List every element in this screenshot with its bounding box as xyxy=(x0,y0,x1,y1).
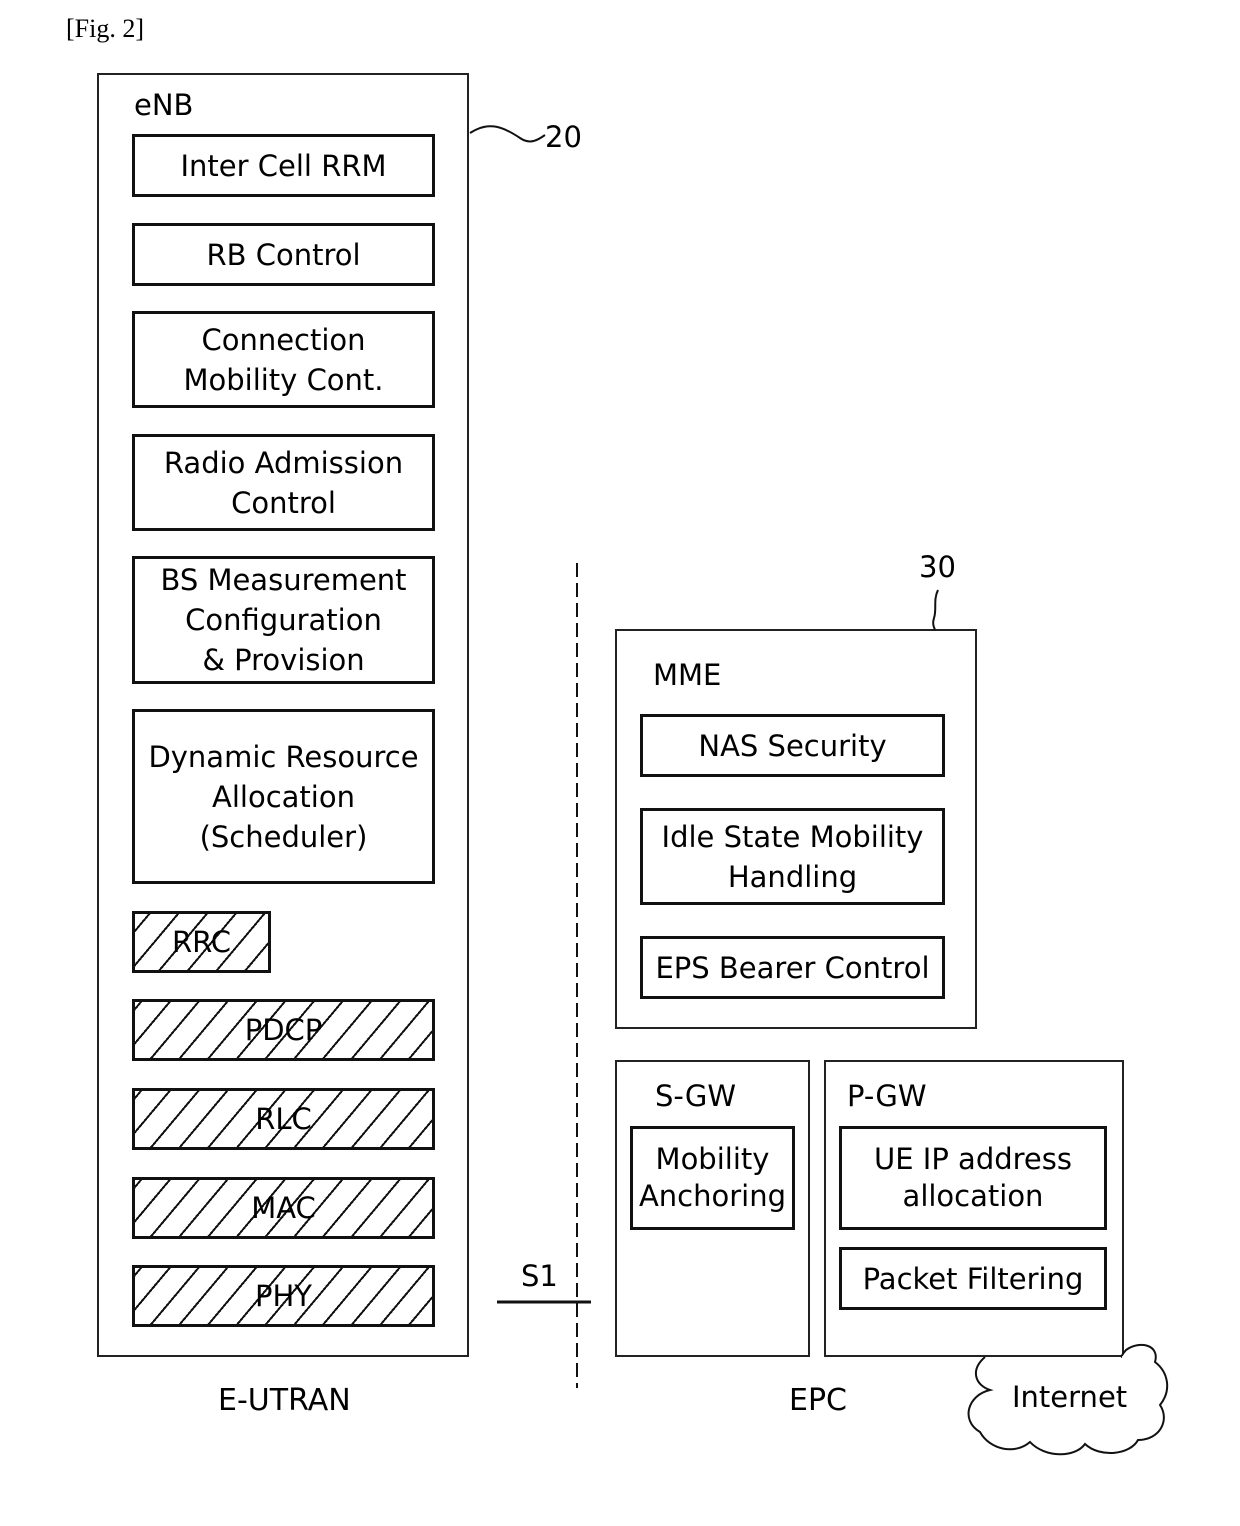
function-label: Connection Mobility Cont. xyxy=(183,322,384,397)
function-label: Mobility Anchoring xyxy=(638,1142,787,1213)
layer-label: MAC xyxy=(251,1191,316,1225)
function-label: BS Measurement Configuration & Provision xyxy=(160,563,407,677)
layer-label: PDCP xyxy=(244,1013,323,1047)
pgw-function-ue-ip-allocation: UE IP address allocation xyxy=(839,1126,1107,1230)
mme-function-idle-state-mobility: Idle State Mobility Handling xyxy=(640,808,945,905)
function-label: Radio Admission Control xyxy=(163,445,404,520)
enb-function-dynamic-resource: Dynamic Resource Allocation (Scheduler) xyxy=(132,709,435,884)
layer-phy: PHY xyxy=(132,1265,435,1327)
mme-ref-number: 30 xyxy=(919,550,956,584)
layer-rrc: RRC xyxy=(132,911,271,973)
sgw-title: S-GW xyxy=(655,1079,737,1113)
pgw-function-packet-filtering: Packet Filtering xyxy=(839,1247,1107,1310)
enb-title: eNB xyxy=(134,88,194,122)
e-utran-caption: E-UTRAN xyxy=(218,1383,351,1418)
function-label: Packet Filtering xyxy=(862,1261,1084,1296)
s1-label: S1 xyxy=(521,1259,558,1293)
internet-label: Internet xyxy=(1012,1380,1128,1414)
mme-function-nas-security: NAS Security xyxy=(640,714,945,777)
pgw-title: P-GW xyxy=(847,1079,927,1113)
enb-function-rb-control: RB Control xyxy=(132,223,435,286)
mme-ref-leader xyxy=(932,589,939,631)
sgw-function-mobility-anchoring: Mobility Anchoring xyxy=(630,1126,795,1230)
function-label: EPS Bearer Control xyxy=(655,950,930,985)
enb-function-radio-admission: Radio Admission Control xyxy=(132,434,435,531)
mme-function-eps-bearer-control: EPS Bearer Control xyxy=(640,936,945,999)
function-label: UE IP address allocation xyxy=(874,1142,1072,1213)
enb-function-inter-cell-rrm: Inter Cell RRM xyxy=(132,134,435,197)
function-label: RB Control xyxy=(206,237,361,272)
layer-mac: MAC xyxy=(132,1177,435,1239)
function-label: Inter Cell RRM xyxy=(180,148,387,183)
layer-label: RLC xyxy=(255,1102,312,1136)
layer-rlc: RLC xyxy=(132,1088,435,1150)
function-label: NAS Security xyxy=(698,728,887,763)
epc-caption: EPC xyxy=(789,1383,847,1418)
function-label: Idle State Mobility Handling xyxy=(661,819,924,894)
enb-function-connection-mobility: Connection Mobility Cont. xyxy=(132,311,435,408)
layer-pdcp: PDCP xyxy=(132,999,435,1061)
enb-ref-number: 20 xyxy=(545,120,582,154)
figure-label: [Fig. 2] xyxy=(66,14,144,43)
enb-function-bs-measurement: BS Measurement Configuration & Provision xyxy=(132,556,435,684)
enb-ref-leader xyxy=(469,125,546,143)
layer-label: RRC xyxy=(171,925,232,959)
mme-title: MME xyxy=(653,658,722,692)
layer-label: PHY xyxy=(254,1279,312,1313)
function-label: Dynamic Resource Allocation (Scheduler) xyxy=(148,739,419,854)
